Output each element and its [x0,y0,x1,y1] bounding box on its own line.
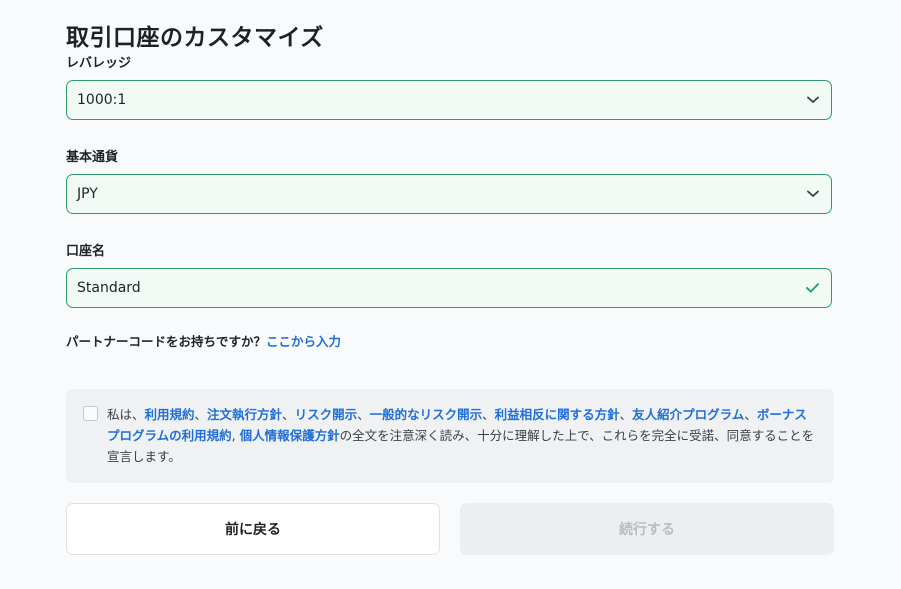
agreement-text: 私は、利用規約、注文執行方針、リスク開示、一般的なリスク開示、利益相反に関する方… [107,404,817,467]
checkmark-icon [806,283,819,293]
link-privacy-policy[interactable]: 個人情報保護方針 [240,428,340,443]
partner-code-link[interactable]: ここから入力 [266,334,341,349]
currency-select[interactable]: JPY [66,174,832,214]
chevron-down-icon [807,190,819,197]
link-order-execution[interactable]: 注文執行方針 [207,407,282,422]
separator: 、 [357,407,370,422]
back-button[interactable]: 前に戻る [66,503,440,555]
link-referral-program[interactable]: 友人紹介プログラム [632,407,744,422]
account-name-label: 口座名 [66,244,106,259]
chevron-down-icon [807,96,819,103]
page-title: 取引口座のカスタマイズ [66,25,324,51]
leverage-label: レバレッジ [66,56,132,71]
separator: 、 [194,407,208,422]
continue-button[interactable]: 続行する [460,503,834,555]
separator: 、 [744,407,757,422]
agreement-panel: 私は、利用規約、注文執行方針、リスク開示、一般的なリスク開示、利益相反に関する方… [66,389,834,483]
leverage-value: 1000:1 [77,92,127,108]
currency-value: JPY [77,186,98,202]
partner-code-text: パートナーコードをお持ちですか？ [66,334,267,349]
link-general-risk[interactable]: 一般的なリスク開示 [370,407,483,422]
partner-code-prompt: パートナーコードをお持ちですか？ここから入力 [66,331,341,350]
account-name-input[interactable]: Standard [66,268,832,308]
link-terms[interactable]: 利用規約 [145,407,195,422]
link-risk-disclosure[interactable]: リスク開示 [295,407,358,422]
account-name-value: Standard [77,280,141,296]
separator: 、 [619,407,633,422]
leverage-select[interactable]: 1000:1 [66,80,832,120]
link-conflict-policy[interactable]: 利益相反に関する方針 [495,407,620,422]
separator: , [231,428,240,443]
agreement-checkbox[interactable] [83,406,98,421]
currency-label: 基本通貨 [66,150,119,165]
separator: 、 [482,407,495,422]
agreement-prefix: 私は、 [107,407,145,422]
separator: 、 [282,407,295,422]
